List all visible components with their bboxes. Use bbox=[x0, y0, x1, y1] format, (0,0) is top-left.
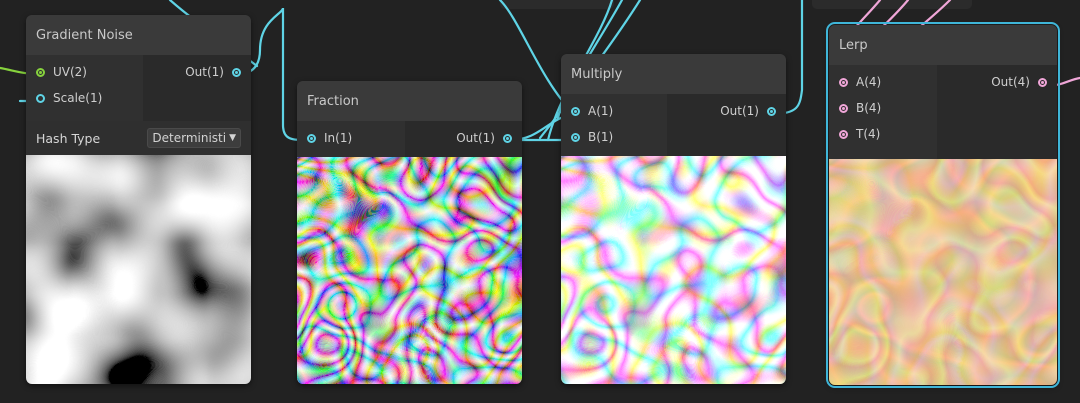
input-port-t[interactable]: T(4) bbox=[829, 121, 937, 147]
input-port-in[interactable]: In(1) bbox=[297, 125, 405, 151]
hash-type-dropdown[interactable]: Deterministi ▼ bbox=[147, 128, 241, 148]
circle-port-icon[interactable] bbox=[232, 67, 241, 77]
circle-port-icon[interactable] bbox=[571, 132, 580, 142]
port-label: In(1) bbox=[324, 131, 353, 145]
port-label: A(1) bbox=[588, 104, 614, 118]
node-title[interactable]: Lerp bbox=[829, 25, 1057, 65]
output-port-out[interactable]: Out(1) bbox=[405, 125, 522, 151]
node-title[interactable]: Multiply bbox=[561, 54, 786, 94]
gradient-noise-node[interactable]: Gradient Noise UV(2) Scale(1) Out(1) Has… bbox=[26, 15, 251, 384]
node-title[interactable]: Fraction bbox=[297, 81, 522, 121]
port-label: Out(4) bbox=[991, 75, 1030, 89]
offscreen-node-bottom[interactable] bbox=[812, 0, 972, 9]
circle-port-icon[interactable] bbox=[307, 133, 316, 143]
noise-preview bbox=[26, 155, 251, 384]
offscreen-node-bottom[interactable] bbox=[500, 0, 614, 9]
input-port-a[interactable]: A(4) bbox=[829, 69, 937, 95]
circle-port-icon[interactable] bbox=[839, 77, 848, 87]
circle-port-icon[interactable] bbox=[839, 129, 848, 139]
dropdown-value: Deterministi bbox=[152, 131, 227, 145]
lerp-node[interactable]: Lerp A(4) B(4) T(4) Out(4) bbox=[826, 22, 1060, 388]
lerp-wood-preview bbox=[829, 159, 1057, 385]
hash-type-row: Hash Type Deterministi ▼ bbox=[26, 121, 251, 155]
output-port-out[interactable]: Out(4) bbox=[937, 69, 1057, 95]
hash-type-label: Hash Type bbox=[36, 130, 101, 146]
node-title[interactable]: Gradient Noise bbox=[26, 15, 251, 55]
port-label: A(4) bbox=[856, 75, 882, 89]
circle-port-icon[interactable] bbox=[839, 103, 848, 113]
circle-port-icon[interactable] bbox=[571, 106, 580, 116]
multiply-preview bbox=[561, 156, 786, 384]
multiply-node[interactable]: Multiply A(1) B(1) Out(1) bbox=[561, 54, 786, 384]
port-label: Out(1) bbox=[456, 131, 495, 145]
circle-port-icon[interactable] bbox=[1038, 77, 1047, 87]
port-label: T(4) bbox=[856, 127, 881, 141]
fraction-node[interactable]: Fraction In(1) Out(1) bbox=[297, 81, 522, 384]
circle-port-icon[interactable] bbox=[503, 133, 512, 143]
input-port-scale[interactable]: Scale(1) bbox=[26, 85, 143, 111]
input-port-a[interactable]: A(1) bbox=[561, 98, 667, 124]
triangle-down-icon: ▼ bbox=[229, 133, 236, 143]
port-label: B(4) bbox=[856, 101, 882, 115]
circle-port-icon[interactable] bbox=[767, 106, 776, 116]
port-label: B(1) bbox=[588, 130, 614, 144]
output-port-out[interactable]: Out(1) bbox=[667, 98, 786, 124]
port-label: Out(1) bbox=[720, 104, 759, 118]
output-port-out[interactable]: Out(1) bbox=[143, 59, 251, 85]
port-label: Out(1) bbox=[185, 65, 224, 79]
input-port-b[interactable]: B(1) bbox=[561, 124, 667, 150]
circle-port-icon[interactable] bbox=[36, 93, 45, 103]
input-port-b[interactable]: B(4) bbox=[829, 95, 937, 121]
fraction-preview bbox=[297, 157, 522, 384]
port-label: Scale(1) bbox=[53, 91, 103, 105]
circle-port-icon[interactable] bbox=[36, 67, 45, 77]
input-port-uv[interactable]: UV(2) bbox=[26, 59, 143, 85]
port-label: UV(2) bbox=[53, 65, 87, 79]
